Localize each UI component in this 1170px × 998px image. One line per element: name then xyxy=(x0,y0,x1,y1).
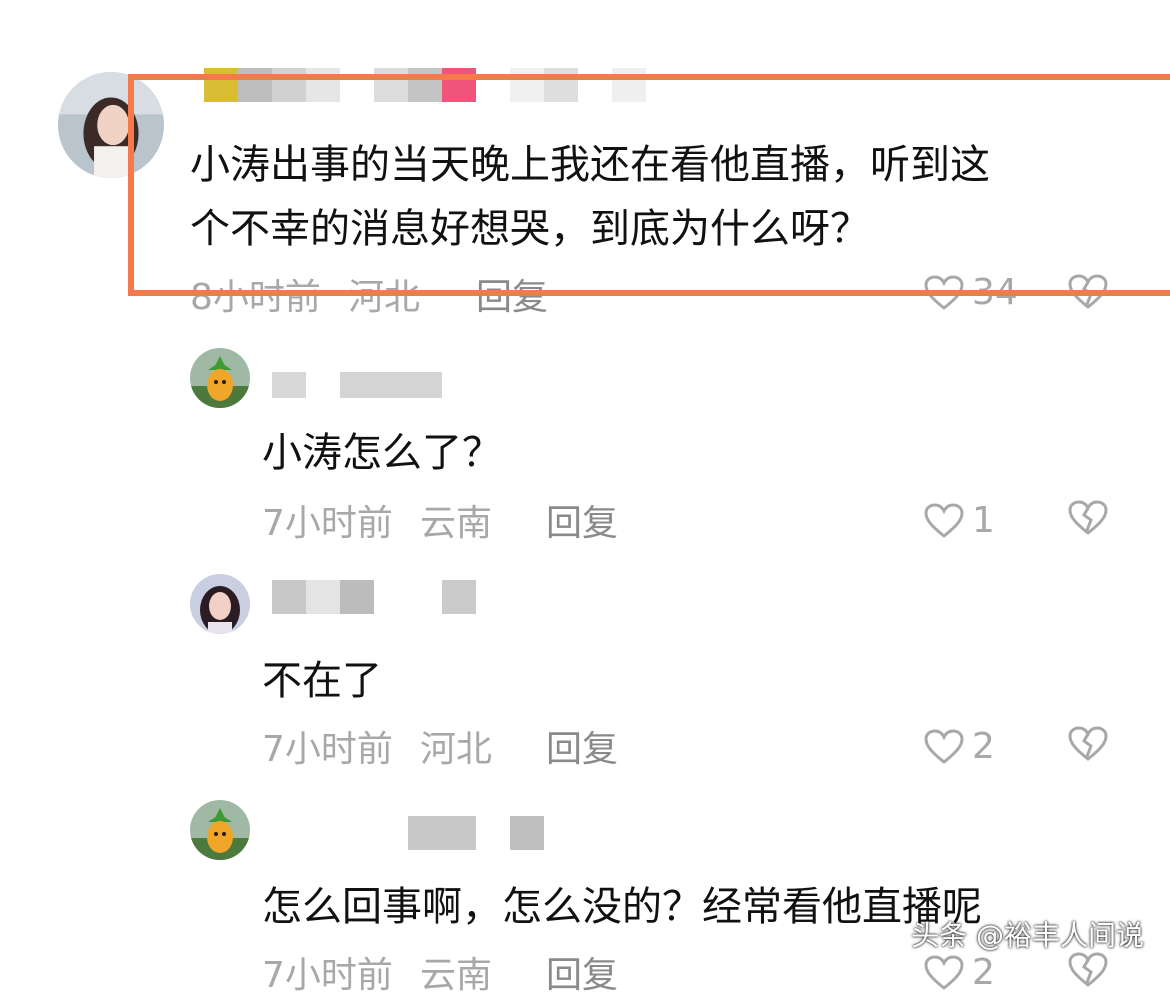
like-count: 2 xyxy=(972,726,995,767)
like-button[interactable]: 34 xyxy=(924,272,1018,313)
like-button[interactable]: 1 xyxy=(924,500,995,541)
comment-location: 河北 xyxy=(420,729,493,770)
dislike-button[interactable] xyxy=(1068,952,1108,988)
like-count: 1 xyxy=(972,500,995,541)
username-obscured xyxy=(272,372,442,398)
like-count: 2 xyxy=(972,952,995,993)
broken-heart-icon xyxy=(1068,500,1108,535)
heart-outline-icon xyxy=(924,502,964,538)
broken-heart-icon xyxy=(1068,952,1108,987)
comment-text-line-1: 小涛怎么了？ xyxy=(262,430,502,476)
comment-time: 7小时前 xyxy=(262,503,393,544)
heart-outline-icon xyxy=(924,274,964,310)
comment-location: 河北 xyxy=(348,277,421,318)
avatar[interactable] xyxy=(190,348,250,408)
dislike-button[interactable] xyxy=(1068,726,1108,762)
comment-time: 7小时前 xyxy=(262,955,393,996)
like-button[interactable]: 2 xyxy=(924,726,995,767)
broken-heart-icon xyxy=(1068,726,1108,761)
heart-outline-icon xyxy=(924,728,964,764)
comment-time: 8小时前 xyxy=(190,277,321,318)
reply-button[interactable]: 回复 xyxy=(546,946,618,998)
heart-outline-icon xyxy=(924,954,964,990)
username-obscured xyxy=(408,816,548,850)
dislike-button[interactable] xyxy=(1068,500,1108,536)
avatar[interactable] xyxy=(190,800,250,860)
like-button[interactable]: 2 xyxy=(924,952,995,993)
reply-button[interactable]: 回复 xyxy=(546,494,618,546)
comment-time: 7小时前 xyxy=(262,729,393,770)
watermark: 头条 @裕丰人间说 xyxy=(911,919,1144,952)
comment-text-line-2: 个不幸的消息好想哭，到底为什么呀？ xyxy=(190,206,870,252)
comment-location: 云南 xyxy=(420,955,493,996)
avatar[interactable] xyxy=(190,574,250,634)
comment-text-line-1: 不在了 xyxy=(262,658,382,704)
broken-heart-icon xyxy=(1068,274,1108,309)
comment-text-line-1: 小涛出事的当天晚上我还在看他直播，听到这 xyxy=(190,142,990,188)
avatar[interactable] xyxy=(58,72,164,178)
username-obscured xyxy=(204,68,664,102)
like-count: 34 xyxy=(972,272,1018,313)
comment-text-line-1: 怎么回事啊，怎么没的？经常看他直播呢 xyxy=(262,884,982,930)
dislike-button[interactable] xyxy=(1068,274,1108,310)
reply-button[interactable]: 回复 xyxy=(546,720,618,772)
reply-button[interactable]: 回复 xyxy=(476,268,548,320)
comment-location: 云南 xyxy=(420,503,493,544)
username-obscured xyxy=(272,580,478,614)
